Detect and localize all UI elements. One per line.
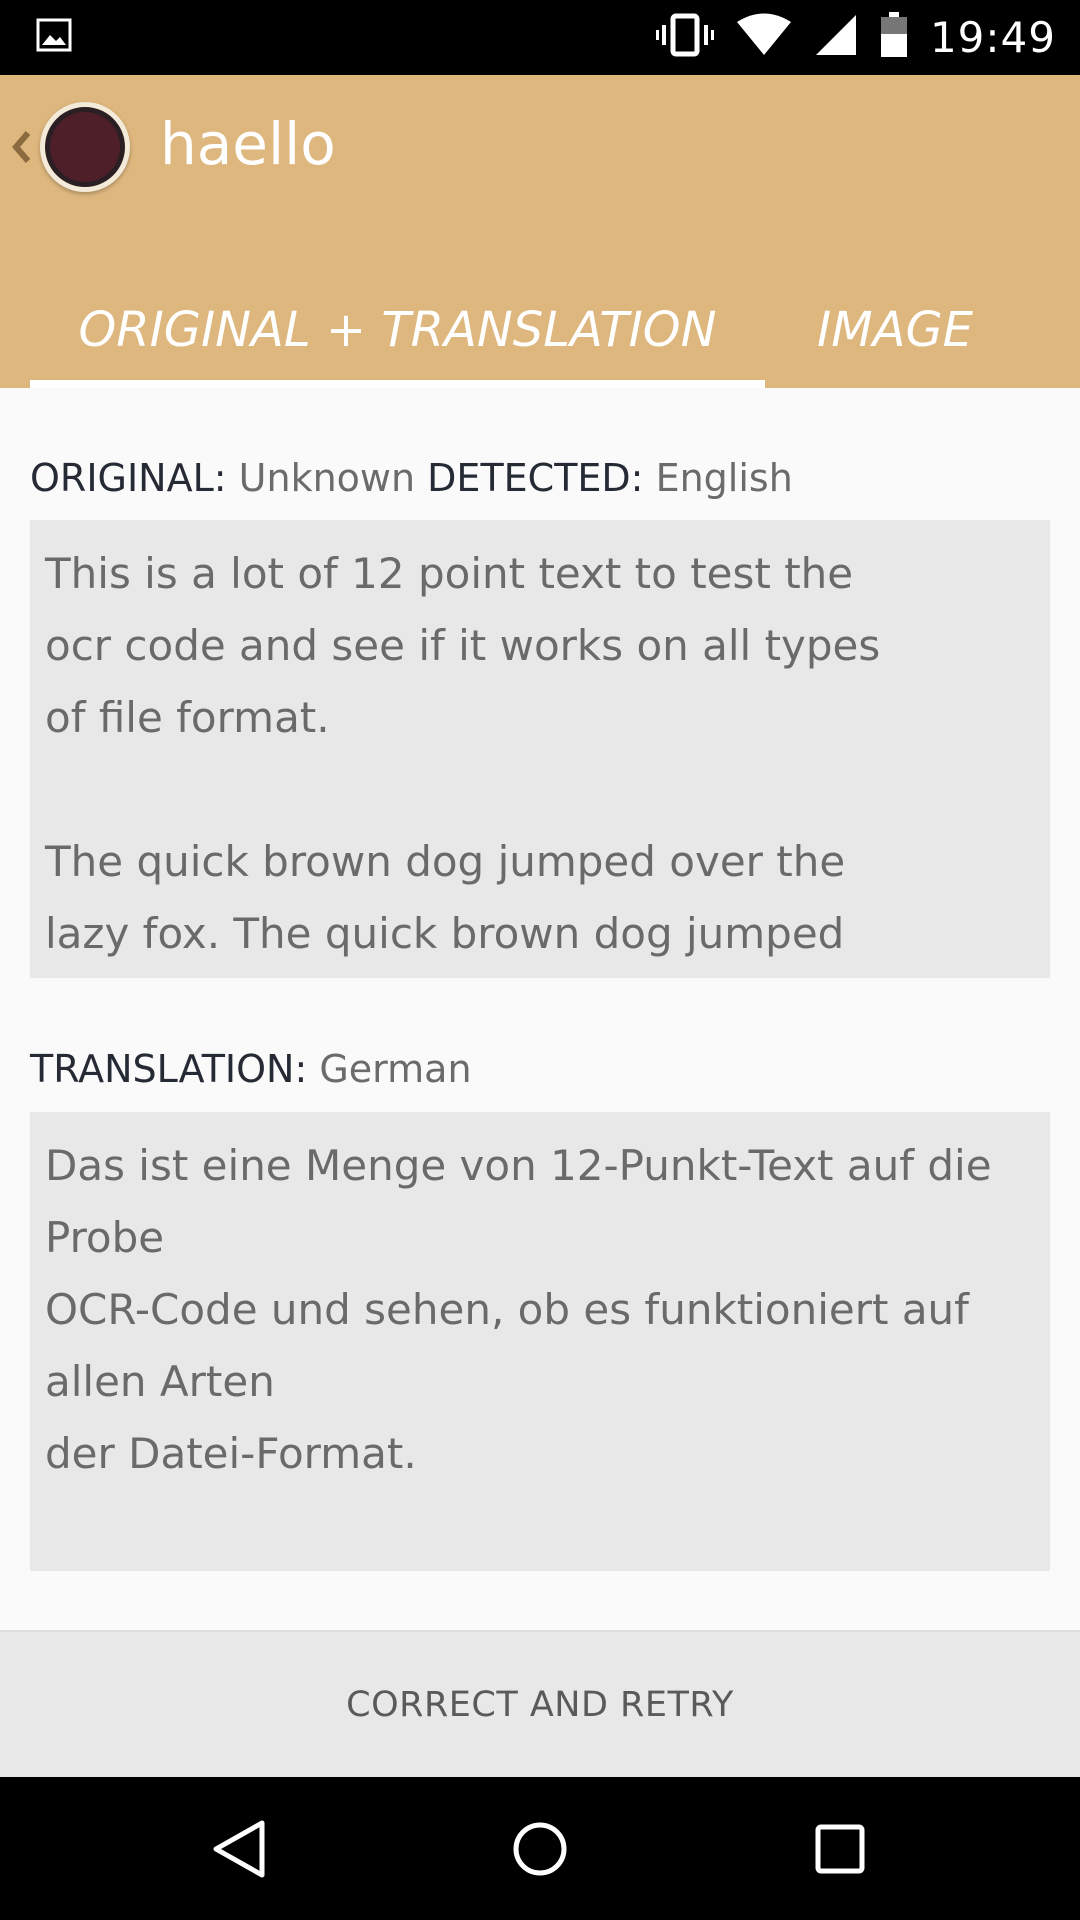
status-time: 19:49 [929, 13, 1056, 62]
recents-icon[interactable] [808, 1817, 872, 1881]
back-icon[interactable] [208, 1817, 272, 1881]
tab-original-translation[interactable]: ORIGINAL + TRANSLATION [30, 275, 765, 388]
tab-indicator [30, 380, 765, 388]
tab-bar: ORIGINAL + TRANSLATION IMAGE [0, 275, 1080, 388]
battery-icon [880, 12, 908, 63]
action-bar: CORRECT AND RETRY [0, 1630, 1080, 1777]
wifi-icon [736, 13, 792, 62]
translation-text-box[interactable]: Das ist eine Menge von 12-Punkt-Text auf… [30, 1112, 1050, 1571]
app-bar: haello ORIGINAL + TRANSLATION IMAGE [0, 75, 1080, 388]
original-language: Unknown [238, 456, 416, 500]
tab-image[interactable]: IMAGE [765, 275, 1025, 388]
translation-label: TRANSLATION: [30, 1047, 308, 1091]
home-icon[interactable] [508, 1817, 572, 1881]
translation-language: German [319, 1047, 472, 1091]
original-text-box[interactable]: This is a lot of 12 point text to test t… [30, 520, 1050, 978]
toolbar: haello [0, 75, 1080, 220]
correct-and-retry-button[interactable]: CORRECT AND RETRY [346, 1685, 734, 1725]
image-icon [36, 18, 72, 57]
detected-label: DETECTED: [427, 456, 644, 500]
navigation-bar [0, 1777, 1080, 1920]
detected-language: English [655, 456, 793, 500]
signal-icon [814, 13, 858, 62]
status-bar: 19:49 [0, 0, 1080, 75]
vibrate-icon [655, 13, 714, 62]
translation-header: TRANSLATION: German [30, 1047, 472, 1091]
avatar[interactable] [40, 102, 130, 192]
app-title: haello [160, 110, 336, 178]
original-label: ORIGINAL: [30, 456, 227, 500]
back-arrow-icon[interactable] [10, 127, 34, 167]
original-header: ORIGINAL: Unknown DETECTED: English [30, 456, 793, 500]
